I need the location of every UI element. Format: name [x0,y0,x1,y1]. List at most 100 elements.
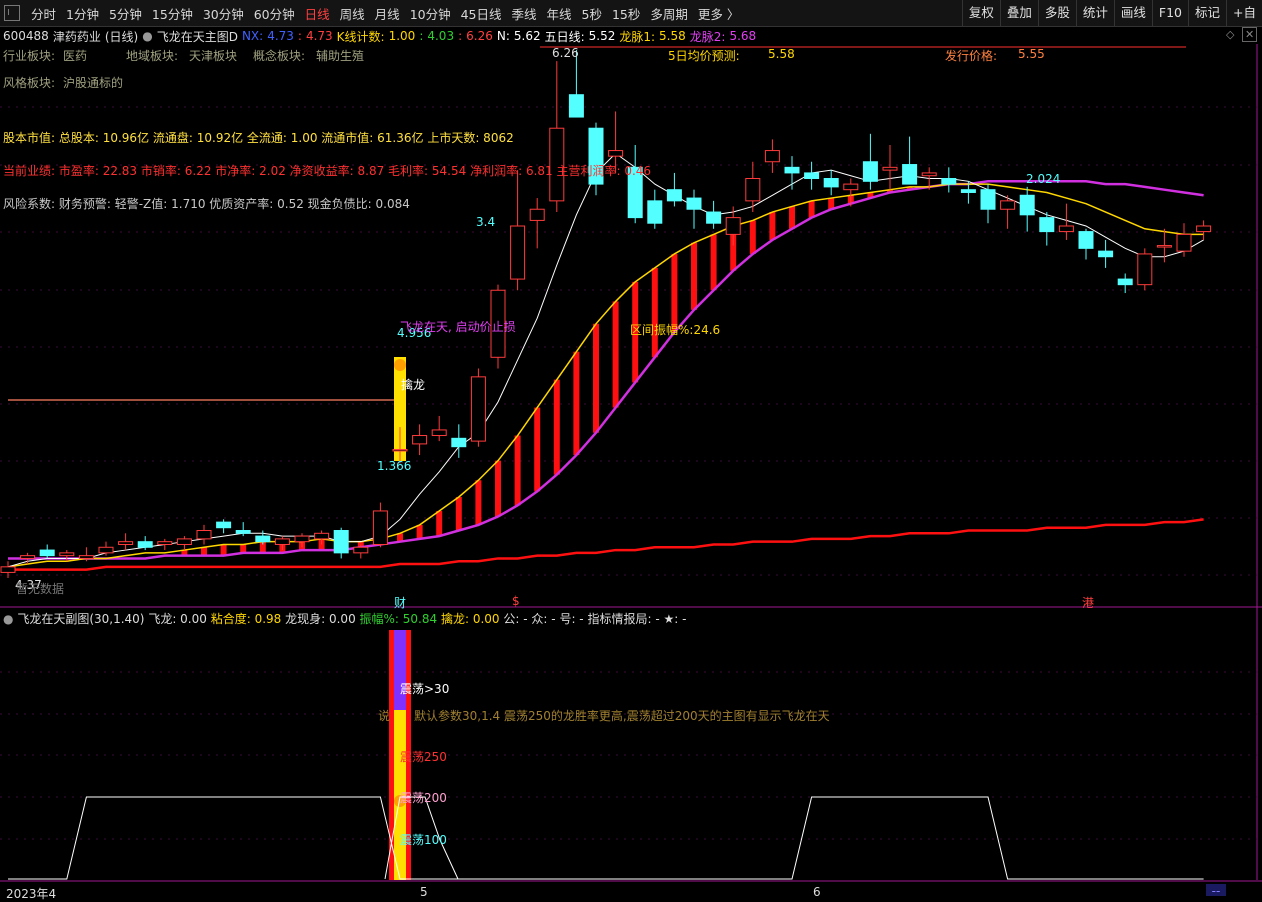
period-tab-9[interactable]: 10分钟 [405,4,456,23]
period-tab-7[interactable]: 周线 [335,4,370,23]
ma5-label: 五日线: [544,29,585,44]
fill-bar-29 [573,351,580,456]
pred-label: 5日均价预测: [668,49,740,63]
sub-gong: 公: - [503,612,528,626]
period-tab-2[interactable]: 5分钟 [104,4,147,23]
candle-body-60 [1176,233,1192,252]
toolbar-button-0[interactable]: 复权 [961,0,1000,26]
candle-body-47 [921,172,937,177]
period-tab-3[interactable]: 15分钟 [147,4,198,23]
zd200-label: 震荡200 [400,791,447,805]
fill-bar-27 [534,407,541,492]
sub-name[interactable]: 飞龙在天副图(30,1.40) [17,612,144,626]
ma5-line [7,152,1204,568]
period-tab-13[interactable]: 5秒 [577,4,607,23]
period-tab-6[interactable]: 日线 [300,4,335,23]
finance-marker[interactable]: 财 [394,594,406,611]
candle-body-43 [843,183,859,191]
fill-bar-24 [475,480,482,525]
toolbar-button-7[interactable]: +自 [1226,0,1262,26]
capital-info: 股本市值: 总股本: 10.96亿 流通盘: 10.92亿 全流通: 1.00 … [3,131,514,145]
panel-close-icon[interactable]: ✕ [1242,27,1258,42]
sub-longxian: 龙现身: 0.00 [285,612,356,626]
toolbar-button-2[interactable]: 多股 [1037,0,1076,26]
sub-nianhe: 粘合度: 0.98 [210,612,282,626]
sep-colon: : [297,29,302,43]
xaxis-label-may: 5 [420,885,428,899]
style-label: 风格板块: [3,76,56,90]
toolbar-button-5[interactable]: F10 [1151,0,1188,26]
dollar-marker[interactable]: $ [512,594,520,608]
fill-bar-31 [612,301,619,408]
candle-body-15 [294,535,310,543]
lm1-value: 5.58 [659,29,686,43]
candle-body-22 [431,429,447,437]
lm2-value: 5.68 [729,29,757,43]
candle-body-42 [823,178,839,188]
pred-value: 5.58 [768,47,795,61]
stock-name: 津药药业 [52,29,101,44]
candle-body-9 [176,538,192,545]
fill-bar-30 [593,323,599,433]
risk-info: 风险系数: 财务预警: 轻警-Z值: 1.710 优质资产率: 0.52 现金负… [3,197,410,211]
candle-body-20 [392,448,408,452]
candle-body-45 [882,166,898,171]
candle-body-53 [1039,217,1055,233]
candle-body-37 [725,217,741,235]
info-bar: 600488 津药药业 (日线) ● 飞龙在天主图D NX: 4.73 : 4.… [0,26,1262,46]
concept-label: 概念板块: [253,49,306,63]
period-tab-11[interactable]: 季线 [507,4,542,23]
candle-body-41 [804,172,820,180]
period-tab-14[interactable]: 15秒 [607,4,645,23]
menu-icon[interactable] [4,5,20,21]
no-data-label: 暂无数据 [16,582,65,596]
candle-body-5 [98,546,114,554]
period-tab-10[interactable]: 45日线 [456,4,507,23]
hk-marker[interactable]: 港 [1082,594,1094,611]
fill-bar-40 [789,206,795,229]
fill-bar-11 [220,544,227,556]
range-label: 区间振幅%:24.6 [630,323,721,337]
price-1366-label: 1.366 [377,459,412,473]
price-34-label: 3.4 [476,215,496,229]
period-tab-12[interactable]: 年线 [542,4,577,23]
fill-bar-12 [240,544,247,553]
concept-value: 辅助生殖 [316,49,365,63]
toolbar-button-4[interactable]: 画线 [1113,0,1152,26]
candle-body-50 [980,189,996,210]
period-toolbar: 分时 1分钟 5分钟 15分钟 30分钟 60分钟 日线 周线 月线 10分钟 45日线 季线 年线 5秒… [0,0,1262,27]
candle-body-38 [745,178,761,202]
candle-body-36 [706,211,722,224]
period-tab-0[interactable]: 分时 [26,4,61,23]
period-tab-8[interactable]: 月线 [370,4,405,23]
sub-dropdown-icon[interactable]: ● [3,612,13,626]
period-tab-1[interactable]: 1分钟 [61,4,104,23]
k-value3: 6.26 [466,29,493,43]
sub-star: ★: - [663,612,687,626]
period-tab-16[interactable]: 更多 〉 [693,4,744,23]
candle-body-7 [137,541,153,548]
lm1-label: 龙脉1: [619,29,656,44]
zd100-label: 震荡100 [400,833,447,847]
style-value: 沪股通标的 [63,76,124,90]
period-tab-5[interactable]: 60分钟 [249,4,300,23]
panel-arrow-icon[interactable]: ◇ [1226,28,1234,41]
period-tab-15[interactable]: 多周期 [645,4,693,23]
xaxis-label-jun: 6 [813,885,821,899]
n-value: 5.62 [513,29,541,43]
toolbar-button-1[interactable]: 叠加 [999,0,1038,26]
dropdown-icon[interactable]: ● [142,29,152,43]
candle-body-33 [647,200,663,224]
toolbar-button-6[interactable]: 标记 [1188,0,1226,26]
candle-body-6 [118,541,134,545]
toolbar-button-3[interactable]: 统计 [1075,0,1114,26]
candle-body-0 [0,566,16,573]
indicator-name[interactable]: 飞龙在天主图D [157,28,238,45]
candle-body-34 [666,189,682,202]
candle-body-55 [1078,231,1094,249]
scroll-indicator[interactable]: -- [1206,884,1226,898]
sub-header: ● 飞龙在天副图(30,1.40) 飞龙: 0.00 粘合度: 0.98 龙现身… [3,610,686,627]
period-tab-4[interactable]: 30分钟 [198,4,249,23]
nx-label: NX: [241,29,264,43]
candle-body-1 [20,555,36,559]
